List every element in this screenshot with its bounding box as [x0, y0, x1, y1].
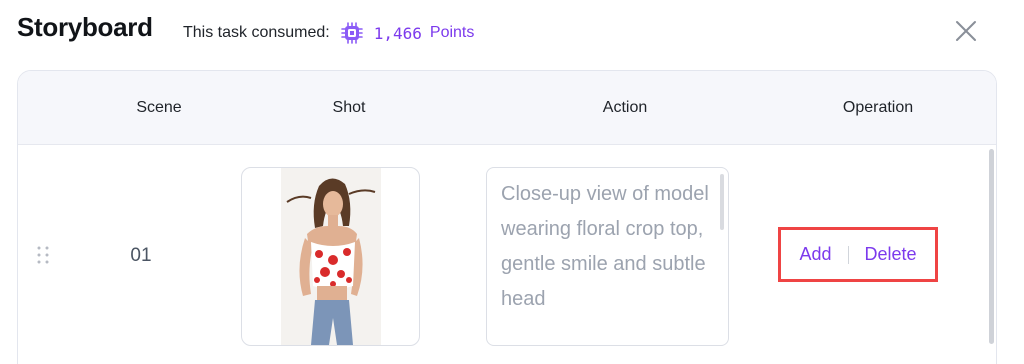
add-button[interactable]: Add [799, 244, 831, 265]
page-title: Storyboard [17, 12, 153, 42]
points-consumed: This task consumed: 1,466 Points [183, 21, 474, 45]
storyboard-panel: Storyboard This task consumed: 1,466 Poi… [0, 0, 1024, 364]
scene-number: 01 [130, 245, 152, 266]
consumed-label: This task consumed: [183, 24, 330, 41]
shot-thumbnail[interactable] [241, 167, 420, 346]
points-value: 1,466 [373, 23, 422, 43]
chip-coin-icon [340, 21, 364, 45]
delete-button[interactable]: Delete [865, 244, 917, 265]
action-text: Close-up view of model wearing floral cr… [501, 183, 709, 310]
model-photo [281, 168, 381, 345]
operation-divider [847, 245, 849, 264]
action-scrollbar[interactable] [720, 174, 724, 230]
action-textarea[interactable]: Close-up view of model wearing floral cr… [486, 167, 729, 346]
operation-cell: Add Delete [778, 227, 938, 282]
close-button[interactable] [953, 18, 979, 44]
table-row: 01 Close-up view of model wearing floral… [0, 74, 1024, 346]
close-icon [956, 21, 976, 41]
drag-handle-icon[interactable] [36, 245, 50, 265]
points-unit: Points [429, 24, 475, 41]
